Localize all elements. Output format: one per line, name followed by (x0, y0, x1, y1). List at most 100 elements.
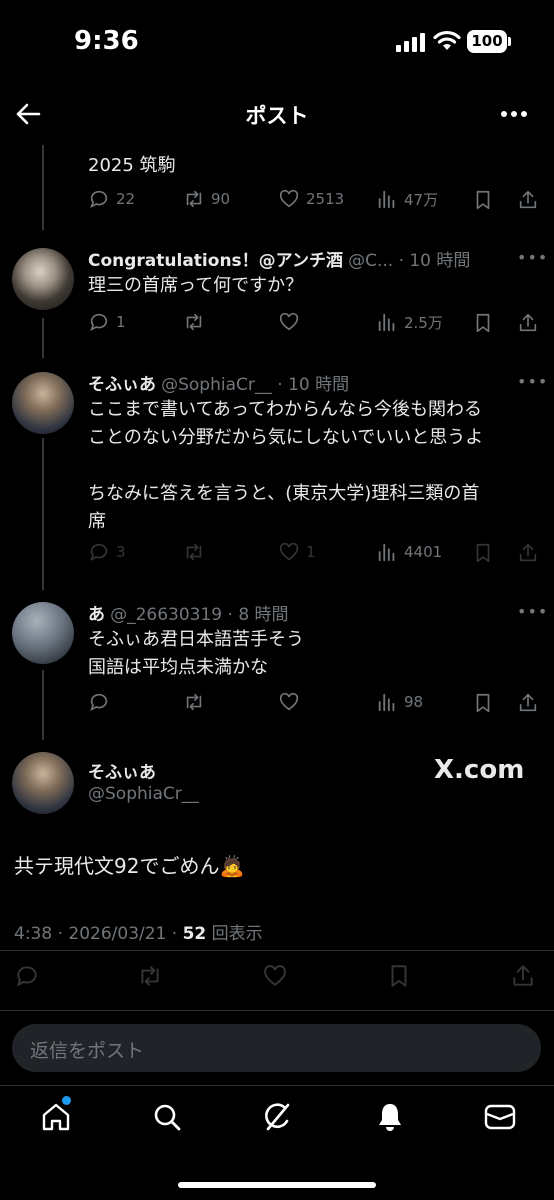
analytics-icon (378, 190, 395, 209)
repost-button[interactable] (183, 691, 211, 713)
page-title: ポスト (245, 104, 309, 128)
reply-icon (90, 313, 108, 331)
reply-button[interactable]: 3 (88, 541, 126, 563)
view-count[interactable]: 52 (183, 924, 207, 944)
like-button[interactable]: 1 (278, 541, 316, 563)
display-name[interactable]: そふぃあ (88, 758, 156, 783)
reply-count: 3 (116, 543, 126, 561)
heart-icon (279, 542, 299, 561)
avatar[interactable] (12, 372, 74, 434)
more-icon[interactable]: ••• (517, 602, 548, 621)
view-count: 98 (404, 693, 424, 711)
more-options-icon[interactable] (500, 110, 528, 118)
bookmark-icon[interactable] (472, 542, 494, 564)
view-count: 4401 (404, 543, 443, 561)
heart-icon (279, 692, 299, 711)
repost-button[interactable] (183, 311, 211, 333)
share-icon[interactable] (510, 963, 536, 989)
bookmark-icon[interactable] (472, 312, 494, 334)
heart-icon (279, 189, 299, 208)
like-button[interactable] (278, 311, 306, 333)
reply-icon (90, 693, 108, 711)
share-icon[interactable] (517, 692, 539, 714)
timestamp: 4:38 · 2026/03/21 · (14, 924, 183, 944)
battery-indicator: 100 (467, 30, 507, 53)
reply-actions: 98 (88, 691, 543, 717)
repost-icon (186, 190, 202, 208)
views-button[interactable]: 4401 (376, 541, 442, 563)
reply-actions: 3 1 4401 (88, 541, 543, 567)
home-indicator (178, 1182, 376, 1188)
reply-button[interactable]: 22 (88, 188, 135, 210)
views-button[interactable]: 47万 (376, 188, 438, 210)
wifi-icon (433, 30, 461, 50)
divider (0, 1010, 554, 1011)
reply-button[interactable] (88, 691, 116, 713)
x-watermark: X.com (434, 755, 525, 785)
heart-icon[interactable] (262, 963, 288, 989)
search-icon[interactable] (152, 1102, 182, 1132)
reply-actions: 1 2.5万 (88, 311, 543, 337)
reply-button[interactable]: 1 (88, 311, 126, 333)
display-name[interactable]: あ (88, 605, 105, 625)
grok-icon[interactable] (262, 1101, 292, 1133)
display-name[interactable]: Congratulations！@アンチ酒 (88, 251, 343, 271)
main-post-actions (14, 963, 540, 991)
reply-text: 理三の首席って何ですか？ (88, 275, 304, 296)
home-icon[interactable] (40, 1102, 72, 1132)
divider (0, 950, 554, 951)
handle-time: @SophiaCr__ · 10 時間 (161, 375, 350, 395)
repost-icon (186, 313, 202, 331)
like-button[interactable] (278, 691, 306, 713)
like-count: 1 (306, 543, 316, 561)
reply-header: あ @_26630319 · 8 時間 (88, 600, 508, 625)
reply-header: そふぃあ @SophiaCr__ · 10 時間 (88, 370, 508, 395)
battery-nub (508, 37, 511, 46)
reply-count: 22 (116, 190, 136, 208)
reply-text: ここまで書いてあってわからんなら今後も関わる ことのない分野だから気にしないでい… (88, 399, 484, 532)
view-count: 47万 (404, 190, 439, 209)
status-bar: 9:36 100 (0, 0, 554, 88)
view-label: 回表示 (206, 924, 263, 944)
views-button[interactable]: 98 (376, 691, 423, 713)
avatar[interactable] (12, 248, 74, 310)
status-time: 9:36 (74, 26, 139, 56)
main-post-text: 共テ現代文92でごめん🙇 (14, 854, 245, 878)
share-icon[interactable] (517, 189, 539, 211)
avatar[interactable] (12, 752, 74, 814)
share-icon[interactable] (517, 312, 539, 334)
reply-icon[interactable] (14, 963, 40, 989)
repost-icon (186, 693, 202, 711)
post-actions: 22 90 2513 47万 (88, 188, 543, 214)
more-icon[interactable]: ••• (517, 248, 548, 267)
bookmark-icon[interactable] (386, 963, 412, 989)
view-count: 2.5万 (404, 313, 443, 332)
repost-button[interactable] (183, 541, 211, 563)
thread-line (42, 670, 44, 740)
bookmark-icon[interactable] (472, 189, 494, 211)
repost-icon[interactable] (137, 963, 163, 989)
notifications-bell-icon[interactable] (375, 1101, 405, 1133)
bookmark-icon[interactable] (472, 692, 494, 714)
avatar[interactable] (12, 602, 74, 664)
thread-line (42, 318, 44, 358)
like-button[interactable]: 2513 (278, 188, 344, 210)
messages-icon[interactable] (484, 1104, 516, 1130)
share-icon[interactable] (517, 542, 539, 564)
analytics-icon (378, 313, 395, 332)
reply-icon (90, 543, 108, 561)
display-name[interactable]: そふぃあ (88, 375, 156, 395)
analytics-icon (378, 693, 395, 712)
reply-icon (90, 190, 108, 208)
notification-dot (62, 1096, 71, 1105)
reply-placeholder: 返信をポスト (30, 1040, 145, 1062)
heart-icon (279, 312, 299, 331)
thread-line (42, 438, 44, 590)
repost-count: 90 (211, 190, 231, 208)
handle-time: @_26630319 · 8 時間 (110, 605, 289, 625)
more-icon[interactable]: ••• (517, 372, 548, 391)
analytics-icon (378, 543, 395, 562)
reply-count: 1 (116, 313, 126, 331)
views-button[interactable]: 2.5万 (376, 311, 443, 333)
repost-button[interactable]: 90 (183, 188, 230, 210)
